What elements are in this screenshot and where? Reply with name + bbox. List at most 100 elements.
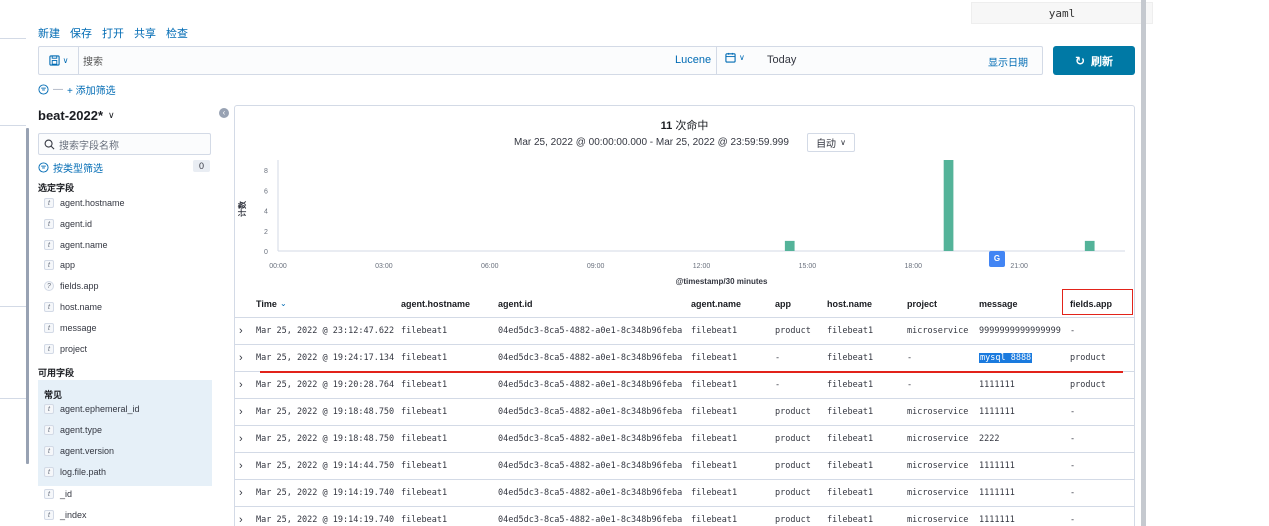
table-cell: - [1070, 515, 1076, 525]
query-language-button[interactable]: Lucene [675, 54, 711, 66]
date-picker-button[interactable]: ∨ [725, 52, 745, 63]
field-item[interactable]: t log.file.path [44, 463, 106, 481]
expand-row-icon[interactable]: › [239, 453, 243, 480]
column-header[interactable]: agent.hostname [401, 291, 470, 317]
column-header[interactable]: project [907, 291, 937, 317]
y-tick-label: 6 [264, 188, 268, 195]
add-filter-link[interactable]: + 添加筛选 [67, 82, 116, 97]
filter-icon[interactable] [38, 84, 49, 95]
table-row[interactable]: › Mar 25, 2022 @ 19:14:19.740 filebeat1 04e… [235, 507, 1134, 526]
field-type-icon: t [44, 467, 54, 477]
table-cell: filebeat1 [827, 515, 874, 525]
column-header[interactable]: Time [256, 291, 277, 317]
table-row[interactable]: › Mar 25, 2022 @ 19:20:28.764 filebeat1 04e… [235, 372, 1134, 399]
field-item[interactable]: t agent.hostname [44, 194, 125, 212]
table-cell: product [1070, 353, 1106, 363]
chevron-down-icon: ∨ [108, 110, 115, 120]
table-row[interactable]: › Mar 25, 2022 @ 19:18:48.750 filebeat1 04e… [235, 426, 1134, 453]
expand-row-icon[interactable]: › [239, 345, 243, 372]
table-cell: filebeat1 [401, 407, 448, 417]
field-item[interactable]: t app [44, 256, 75, 274]
field-item[interactable]: t project [44, 340, 87, 358]
table-cell: 04ed5dc3-8ca5-4882-a0e1-8c348b96feba [498, 488, 683, 498]
field-item[interactable]: t host.name [44, 298, 102, 316]
divider [716, 47, 717, 74]
table-cell: filebeat1 [401, 380, 448, 390]
type-filter-button[interactable]: 按类型筛选 [38, 159, 211, 175]
refresh-icon: ↻ [1074, 53, 1086, 68]
menu-save[interactable]: 保存 [70, 25, 92, 41]
table-cell: - [907, 353, 913, 363]
field-item[interactable]: ? fields.app [44, 277, 99, 295]
table-cell: Mar 25, 2022 @ 19:14:44.750 [256, 461, 395, 471]
expand-row-icon[interactable]: › [239, 399, 243, 426]
edge-divider [0, 125, 26, 126]
menu-open[interactable]: 打开 [102, 25, 124, 41]
field-item[interactable]: t agent.type [44, 421, 102, 439]
table-cell: filebeat1 [827, 380, 874, 390]
field-type-icon: t [44, 239, 54, 250]
menu-inspect[interactable]: 检查 [166, 25, 188, 41]
field-item[interactable]: t agent.id [44, 215, 92, 233]
table-cell: 04ed5dc3-8ca5-4882-a0e1-8c348b96feba [498, 326, 683, 336]
x-tick-label: 15:00 [799, 263, 817, 270]
table-row[interactable]: › Mar 25, 2022 @ 23:12:47.622 filebeat1 04e… [235, 318, 1134, 345]
expand-row-icon[interactable]: › [239, 372, 243, 399]
field-item[interactable]: t agent.ephemeral_id [44, 400, 140, 418]
table-cell: filebeat1 [401, 434, 448, 444]
field-item[interactable]: t agent.version [44, 442, 114, 460]
saved-query-button[interactable]: ∨ [39, 47, 79, 74]
interval-select[interactable]: 自动 ∨ [807, 133, 855, 152]
table-cell: 9999999999999999 [979, 326, 1061, 336]
field-item[interactable]: t message [44, 319, 97, 337]
expand-row-icon[interactable]: › [239, 507, 243, 526]
translate-icon[interactable]: G [989, 251, 1005, 267]
available-fields-title: 可用字段 [38, 368, 75, 378]
search-input[interactable]: 搜索 [83, 53, 103, 68]
table-row[interactable]: › Mar 25, 2022 @ 19:18:48.750 filebeat1 04e… [235, 399, 1134, 426]
yaml-tab[interactable]: yaml [971, 2, 1153, 24]
expand-row-icon[interactable]: › [239, 480, 243, 507]
field-type-icon: t [44, 489, 54, 499]
annotation-underline [260, 371, 1123, 373]
expand-row-icon[interactable]: › [239, 318, 243, 345]
field-item[interactable]: t _index [44, 506, 87, 524]
refresh-button[interactable]: ↻ 刷新 [1053, 46, 1135, 75]
column-header[interactable]: agent.id [498, 291, 533, 317]
page-scrollbar[interactable] [1141, 0, 1146, 526]
show-dates-link[interactable]: 显示日期 [988, 54, 1028, 69]
column-header[interactable]: host.name [827, 291, 872, 317]
column-header[interactable]: agent.name [691, 291, 741, 317]
index-pattern-selector[interactable]: beat-2022* ∨ [38, 108, 115, 123]
field-item[interactable]: t agent.name [44, 236, 108, 254]
table-row[interactable]: › Mar 25, 2022 @ 19:14:44.750 filebeat1 04e… [235, 453, 1134, 480]
column-header[interactable]: app [775, 291, 791, 317]
table-row[interactable]: › Mar 25, 2022 @ 19:24:17.134 filebeat1 04e… [235, 345, 1134, 372]
field-type-icon: t [44, 404, 54, 414]
top-menu: 新建 保存 打开 共享 检查 [38, 25, 188, 41]
table-cell: product [775, 434, 811, 444]
left-edge [0, 26, 28, 526]
field-search-input[interactable]: 搜索字段名称 [38, 133, 211, 155]
table-cell: 04ed5dc3-8ca5-4882-a0e1-8c348b96feba [498, 461, 683, 471]
table-row[interactable]: › Mar 25, 2022 @ 19:14:19.740 filebeat1 04e… [235, 480, 1134, 507]
expand-row-icon[interactable]: › [239, 426, 243, 453]
sort-icon[interactable]: ⌄ [280, 291, 287, 317]
annotation-box [1062, 289, 1133, 315]
table-cell: product [1070, 380, 1106, 390]
table-cell: Mar 25, 2022 @ 19:20:28.764 [256, 380, 395, 390]
table-cell: filebeat1 [401, 488, 448, 498]
table-cell: 04ed5dc3-8ca5-4882-a0e1-8c348b96feba [498, 353, 683, 363]
table-cell: 1111111 [979, 461, 1015, 471]
menu-new[interactable]: 新建 [38, 25, 60, 41]
field-item[interactable]: t _id [44, 485, 72, 503]
menu-share[interactable]: 共享 [134, 25, 156, 41]
table-cell: - [1070, 407, 1076, 417]
column-header[interactable]: message [979, 291, 1018, 317]
results-panel: 11 次命中 Mar 25, 2022 @ 00:00:00.000 - Mar… [234, 105, 1135, 526]
time-range-value[interactable]: Today [767, 54, 796, 66]
collapse-sidebar-icon[interactable]: ‹ [219, 108, 229, 118]
field-name: _index [60, 510, 87, 520]
table-cell: - [775, 380, 781, 390]
sidebar-scrollbar[interactable] [26, 128, 29, 464]
